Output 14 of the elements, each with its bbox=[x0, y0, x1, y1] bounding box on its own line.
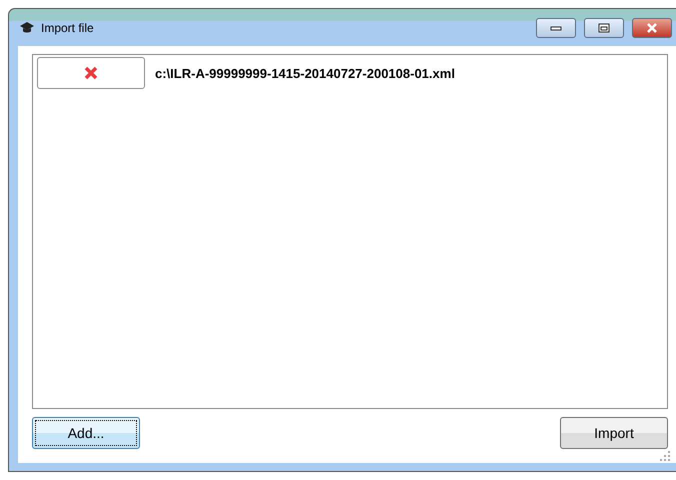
import-button[interactable]: Import bbox=[560, 417, 668, 449]
file-path: c:\ILR-A-99999999-1415-20140727-200108-01.xml bbox=[155, 66, 455, 80]
close-button[interactable] bbox=[632, 18, 672, 38]
maximize-button[interactable] bbox=[584, 18, 624, 38]
resize-grip-icon[interactable] bbox=[658, 449, 670, 461]
maximize-icon bbox=[598, 22, 610, 32]
window-title: Import file bbox=[41, 20, 95, 34]
minimize-button[interactable] bbox=[536, 18, 576, 38]
minimize-icon bbox=[550, 24, 562, 30]
close-icon bbox=[646, 22, 658, 32]
remove-button[interactable] bbox=[37, 57, 145, 89]
graduation-cap-icon bbox=[19, 20, 35, 34]
close-icon bbox=[84, 66, 98, 80]
add-button[interactable]: Add... bbox=[32, 417, 140, 449]
